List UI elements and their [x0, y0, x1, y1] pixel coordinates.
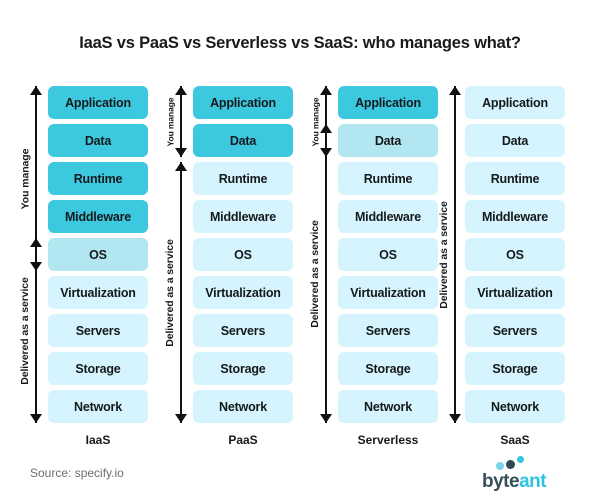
- logo-dot-left-icon: [496, 462, 504, 470]
- arrow-you-manage-paas: You manage: [158, 86, 188, 157]
- arrow-label: Delivered as a service: [19, 276, 31, 385]
- logo-dot-middle-icon: [506, 460, 515, 469]
- arrow-label: Delivered as a service: [309, 219, 321, 328]
- arrow-delivered-as-a-service-serverless: Delivered as a service: [303, 124, 333, 423]
- column-label-paas: PaaS: [228, 433, 258, 447]
- service-column-saas: Delivered as a service Application Data Run…: [430, 78, 590, 447]
- source-attribution: Source: specify.io: [30, 466, 124, 480]
- arrow-delivered-as-a-service-saas: Delivered as a service: [432, 86, 462, 423]
- arrow-label: Delivered as a service: [438, 200, 450, 309]
- column-label-saas: SaaS: [500, 433, 530, 447]
- layer-box-network: Network: [465, 390, 565, 423]
- column-label-serverless: Serverless: [357, 433, 419, 447]
- layer-box-servers: Servers: [465, 314, 565, 347]
- arrow-delivered-as-a-service-paas: Delivered as a service: [158, 162, 188, 423]
- logo-wordmark: byteant: [482, 471, 547, 493]
- layer-box-application: Application: [465, 86, 565, 119]
- column-label-iaas: IaaS: [85, 433, 111, 447]
- stack-comparison-diagram: You manage Delivered as a service Applicat…: [0, 78, 600, 447]
- arrow-label: You manage: [19, 148, 31, 209]
- layer-box-runtime: Runtime: [465, 162, 565, 195]
- layer-box-middleware: Middleware: [465, 200, 565, 233]
- logo-word-ant: ant: [519, 471, 547, 492]
- layer-box-data: Data: [465, 124, 565, 157]
- logo-word-byte: byte: [482, 471, 520, 492]
- arrow-label: Delivered as a service: [164, 238, 176, 347]
- arrow-delivered-as-a-service-iaas: Delivered as a service: [13, 238, 43, 423]
- layer-stack-saas: Application Data Runtime Middleware OS Virtua…: [465, 86, 565, 428]
- arrow-label: You manage: [164, 97, 175, 146]
- layer-box-os: OS: [465, 238, 565, 271]
- layer-box-virtualization: Virtualization: [465, 276, 565, 309]
- page-title: IaaS vs PaaS vs Serverless vs SaaS: who …: [79, 34, 521, 52]
- logo-dot-right-icon: [517, 456, 524, 463]
- byteant-logo: byteant: [460, 456, 580, 496]
- layer-box-storage: Storage: [465, 352, 565, 385]
